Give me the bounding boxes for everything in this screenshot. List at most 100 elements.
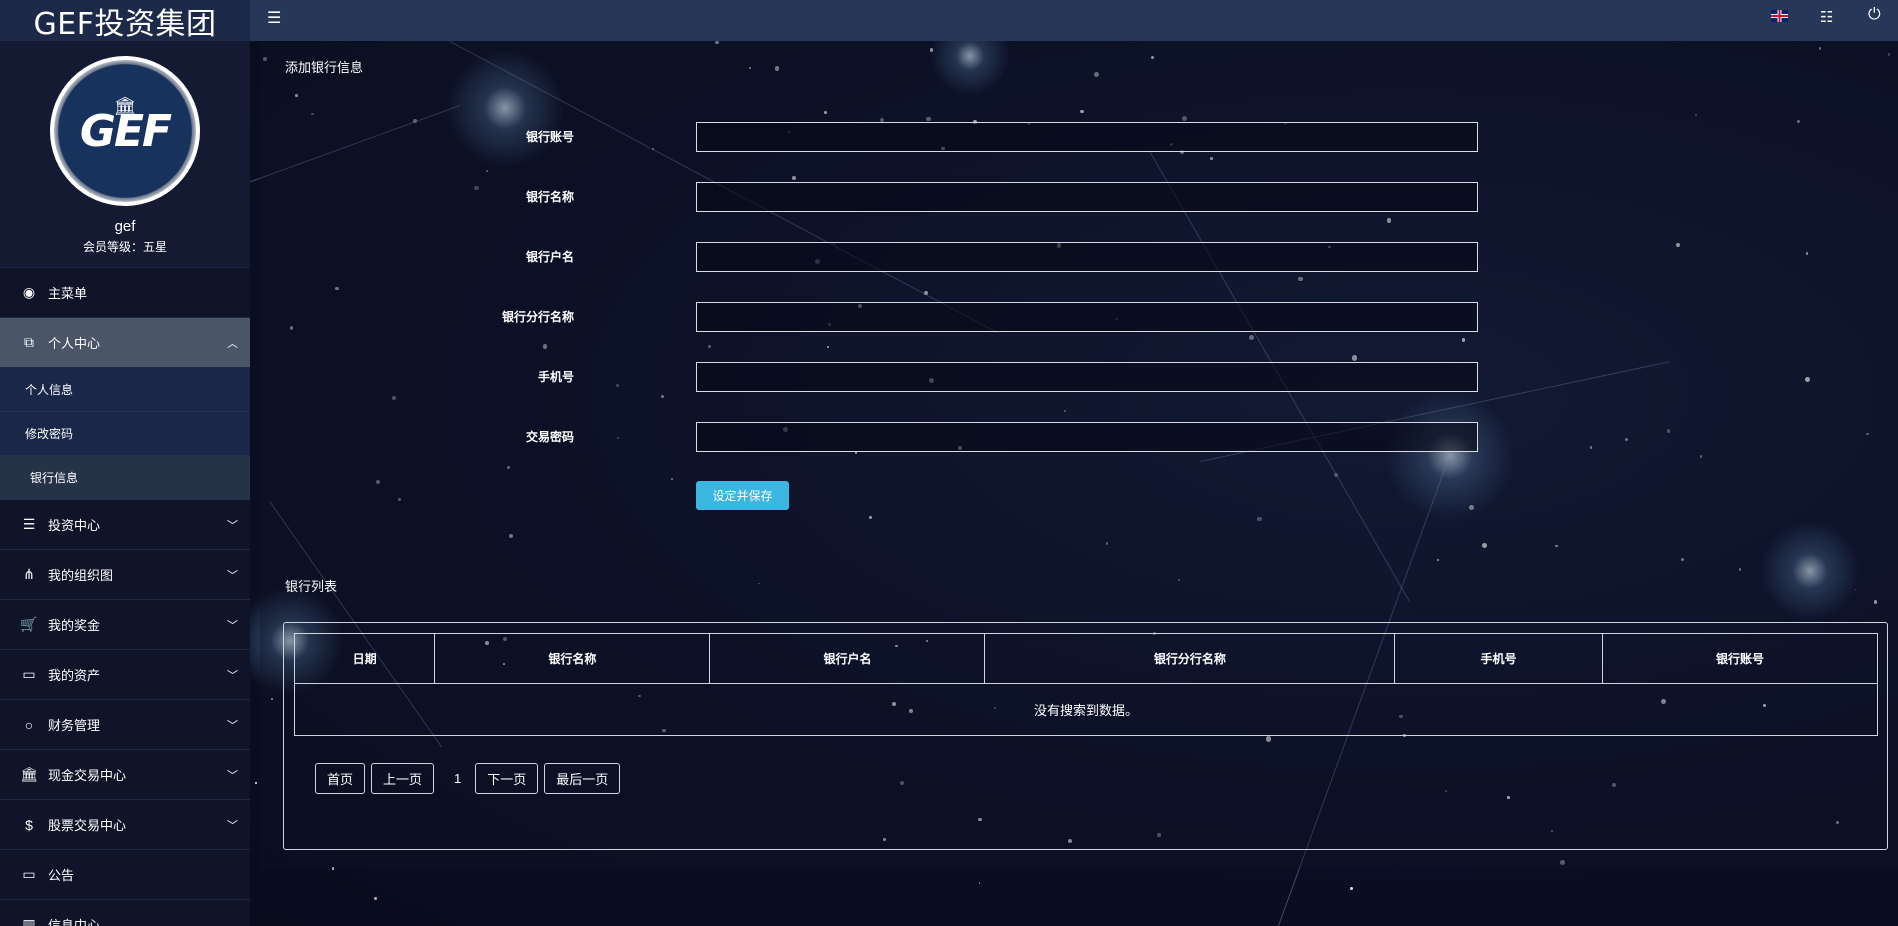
sidebar-subitem-personal-info[interactable]: 个人信息 <box>0 368 250 412</box>
bank-icon: 🏛 <box>113 96 137 116</box>
field-label: 银行户名 <box>525 250 574 264</box>
tasks-icon[interactable]: ☷ <box>1820 8 1833 26</box>
field-account-holder: 银行户名 <box>260 240 1560 272</box>
chevron-down-icon: ﹀ <box>227 719 238 732</box>
field-label: 银行分行名称 <box>501 310 574 324</box>
sidebar-item-label: 财务管理 <box>48 718 101 733</box>
star-dot <box>373 897 377 901</box>
sidebar-item-announcements[interactable]: ▭ 公告 <box>0 850 250 900</box>
pagination: 首页 上一页 1 下一页 最后一页 <box>315 763 626 794</box>
sidebar-subitem-change-password[interactable]: 修改密码 <box>0 412 250 456</box>
power-icon[interactable]: ⏻ <box>1868 6 1881 24</box>
field-label: 银行账号 <box>525 130 574 144</box>
column-header-date[interactable]: 日期 <box>293 633 436 684</box>
member-level: 会员等级：五星 <box>82 240 167 254</box>
sidebar-subitem-bank-info[interactable]: 银行信息 <box>0 456 250 500</box>
company-logo: 🏛 GEF <box>50 56 200 206</box>
sidebar-item-cash-trading[interactable]: 🏛 现金交易中心 ﹀ <box>0 750 250 800</box>
column-header-bank-account[interactable]: 银行账号 <box>1601 633 1879 684</box>
chevron-down-icon: ﹀ <box>227 519 238 532</box>
dollar-icon: $ <box>25 816 33 833</box>
current-page-number[interactable]: 1 <box>440 771 475 786</box>
chevron-down-icon: ﹀ <box>227 569 238 582</box>
main-content: 添加银行信息 银行账号 银行名称 银行户名 银行分行名称 手机号 交易密码 设定… <box>250 41 1898 926</box>
last-page-button[interactable]: 最后一页 <box>544 763 621 794</box>
chevron-down-icon: ﹀ <box>227 819 238 832</box>
sidebar-item-label: 我的资产 <box>48 668 101 683</box>
bank-table: 日期 银行名称 银行户名 银行分行名称 手机号 银行账号 没有搜索到数据。 <box>293 633 1879 736</box>
sidebar-item-label: 个人中心 <box>48 336 101 351</box>
field-label: 手机号 <box>537 370 574 384</box>
sidebar-item-label: 投资中心 <box>48 518 101 533</box>
sidebar-item-main-menu[interactable]: ◉ 主菜单 <box>0 268 250 318</box>
next-page-button[interactable]: 下一页 <box>475 763 539 794</box>
database-icon: ☰ <box>22 516 36 532</box>
field-phone: 手机号 <box>260 360 1560 392</box>
field-branch-name: 银行分行名称 <box>260 300 1560 332</box>
form-title: 添加银行信息 <box>285 60 364 75</box>
table-row: 没有搜索到数据。 <box>294 683 1878 736</box>
list-title: 银行列表 <box>285 579 338 594</box>
sidebar-item-label: 现金交易中心 <box>48 768 127 783</box>
table-header-row: 日期 银行名称 银行户名 银行分行名称 手机号 银行账号 <box>293 633 1879 684</box>
dashboard-icon: ◉ <box>22 284 36 300</box>
profile-card: 🏛 GEF gef 会员等级：五星 <box>0 41 250 268</box>
first-page-button[interactable]: 首页 <box>315 763 366 794</box>
chevron-down-icon: ﹀ <box>227 769 238 782</box>
sidebar-item-org-chart[interactable]: ⋔ 我的组织图 ﹀ <box>0 550 250 600</box>
sidebar-item-investment-center[interactable]: ☰ 投资中心 ﹀ <box>0 500 250 550</box>
topbar: ☰ ☷ ⏻ <box>250 0 1898 41</box>
star-dot <box>978 882 981 884</box>
circle-icon: ○ <box>24 716 34 733</box>
chevron-down-icon: ﹀ <box>227 669 238 682</box>
field-label: 交易密码 <box>525 430 574 444</box>
sidebar-item-label: 股票交易中心 <box>48 818 127 833</box>
sidebar-item-personal-center[interactable]: ⧉ 个人中心 ︿ <box>0 318 250 368</box>
logo-emblem: 🏛 GEF <box>54 60 196 202</box>
branch-name-input[interactable] <box>696 302 1478 332</box>
sidebar-subitem-label: 修改密码 <box>25 427 74 441</box>
sidebar-item-label: 公告 <box>48 868 75 883</box>
bank-list-box: 日期 银行名称 银行户名 银行分行名称 手机号 银行账号 没有搜索到数据。 首页… <box>283 622 1888 850</box>
monitor-icon: ▭ <box>22 866 36 882</box>
field-label: 银行名称 <box>525 190 574 204</box>
sidebar: GEF投资集团 🏛 GEF gef 会员等级：五星 ◉ 主菜单 ⧉ 个人中心 ︿… <box>0 0 250 926</box>
empty-message: 没有搜索到数据。 <box>294 683 1878 736</box>
column-header-branch-name[interactable]: 银行分行名称 <box>984 633 1396 684</box>
phone-input[interactable] <box>696 362 1478 392</box>
sidebar-item-stock-trading[interactable]: $ 股票交易中心 ﹀ <box>0 800 250 850</box>
bank-account-input[interactable] <box>696 122 1478 152</box>
sidebar-item-label: 主菜单 <box>48 286 88 301</box>
app: GEF投资集团 🏛 GEF gef 会员等级：五星 ◉ 主菜单 ⧉ 个人中心 ︿… <box>0 0 1898 926</box>
menu-toggle-icon[interactable]: ☰ <box>267 8 281 28</box>
sidebar-item-label: 信息中心 <box>48 918 101 926</box>
cart-icon: 🛒 <box>20 616 38 632</box>
copy-icon: ⧉ <box>24 334 34 350</box>
star-dot <box>1349 886 1353 890</box>
bank-icon: 🏛 <box>20 766 38 782</box>
column-header-bank-name[interactable]: 银行名称 <box>434 633 711 684</box>
field-bank-name: 银行名称 <box>260 180 1560 212</box>
brand-title[interactable]: GEF投资集团 <box>0 0 250 42</box>
save-button[interactable]: 设定并保存 <box>696 481 789 510</box>
sidebar-item-my-assets[interactable]: ▭ 我的资产 ﹀ <box>0 650 250 700</box>
account-holder-input[interactable] <box>696 242 1478 272</box>
trade-password-input[interactable] <box>696 422 1478 452</box>
field-bank-account: 银行账号 <box>260 120 1560 152</box>
column-header-phone[interactable]: 手机号 <box>1394 633 1603 684</box>
sidebar-item-message-center[interactable]: ▥ 信息中心 <box>0 900 250 926</box>
chevron-down-icon: ﹀ <box>227 619 238 632</box>
bank-panel: 添加银行信息 银行账号 银行名称 银行户名 银行分行名称 手机号 交易密码 设定… <box>260 41 1898 869</box>
prev-page-button[interactable]: 上一页 <box>371 763 435 794</box>
sitemap-icon: ⋔ <box>23 566 35 582</box>
credit-card-icon: ▭ <box>22 666 36 682</box>
chart-icon: ▥ <box>22 916 36 926</box>
username: gef <box>114 218 136 235</box>
chevron-up-icon: ︿ <box>227 337 238 350</box>
bank-name-input[interactable] <box>696 182 1478 212</box>
sidebar-subitem-label: 银行信息 <box>30 471 79 485</box>
sidebar-item-my-bonus[interactable]: 🛒 我的奖金 ﹀ <box>0 600 250 650</box>
uk-flag-icon[interactable] <box>1771 10 1788 22</box>
column-header-account-holder[interactable]: 银行户名 <box>709 633 986 684</box>
sidebar-item-finance[interactable]: ○ 财务管理 ﹀ <box>0 700 250 750</box>
